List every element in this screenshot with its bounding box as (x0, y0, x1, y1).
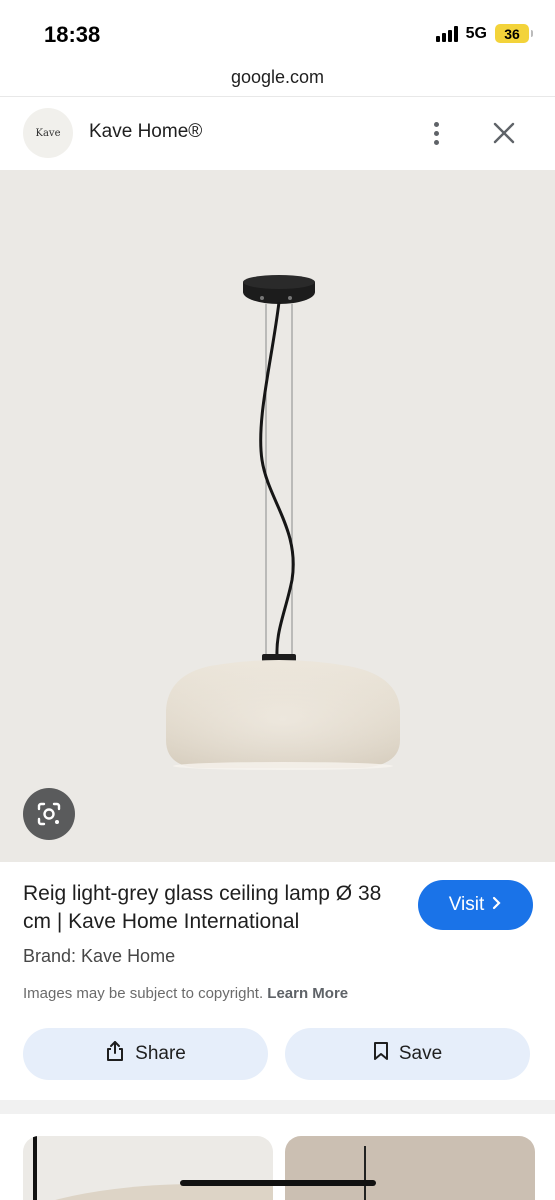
learn-more-link[interactable]: Learn More (267, 985, 348, 1002)
bookmark-icon (373, 1041, 389, 1067)
site-name[interactable]: Kave Home® (89, 121, 202, 143)
copyright-notice: Images may be subject to copyright. Lear… (23, 985, 348, 1002)
copyright-text: Images may be subject to copyright. (23, 985, 264, 1002)
chevron-right-icon (492, 894, 502, 916)
brand-line: Brand: Kave Home (23, 946, 176, 966)
status-time: 18:38 (44, 22, 101, 47)
close-icon[interactable] (488, 117, 520, 149)
related-image-card[interactable] (285, 1136, 535, 1200)
battery-icon: 36 (495, 24, 533, 43)
product-title[interactable]: Reig light-grey glass ceiling lamp Ø 38 … (23, 880, 403, 936)
product-image[interactable] (0, 170, 555, 862)
google-lens-icon[interactable] (23, 788, 75, 840)
signal-icon (435, 25, 458, 42)
visit-button[interactable]: Visit (418, 880, 533, 930)
visit-label: Visit (448, 894, 485, 915)
share-button[interactable]: Share (23, 1028, 268, 1080)
status-bar: 18:38 5G 36 (0, 0, 555, 62)
share-label: Share (135, 1043, 186, 1064)
section-divider (0, 1100, 555, 1114)
url-bar[interactable]: google.com (0, 62, 555, 96)
share-icon (105, 1040, 125, 1068)
site-header: Kave Kave Home® (0, 97, 555, 169)
url-text: google.com (230, 67, 325, 87)
status-indicators: 5G 36 (435, 24, 533, 43)
ceiling-lamp-image (166, 275, 400, 770)
save-label: Save (398, 1043, 443, 1064)
site-logo[interactable]: Kave (23, 108, 73, 158)
related-image-card[interactable] (23, 1136, 273, 1200)
site-logo-text: Kave (35, 127, 61, 139)
network-label: 5G (465, 24, 487, 42)
save-button[interactable]: Save (285, 1028, 530, 1080)
related-images (0, 1114, 555, 1200)
home-indicator (180, 1180, 376, 1186)
more-vert-icon[interactable] (420, 113, 452, 153)
